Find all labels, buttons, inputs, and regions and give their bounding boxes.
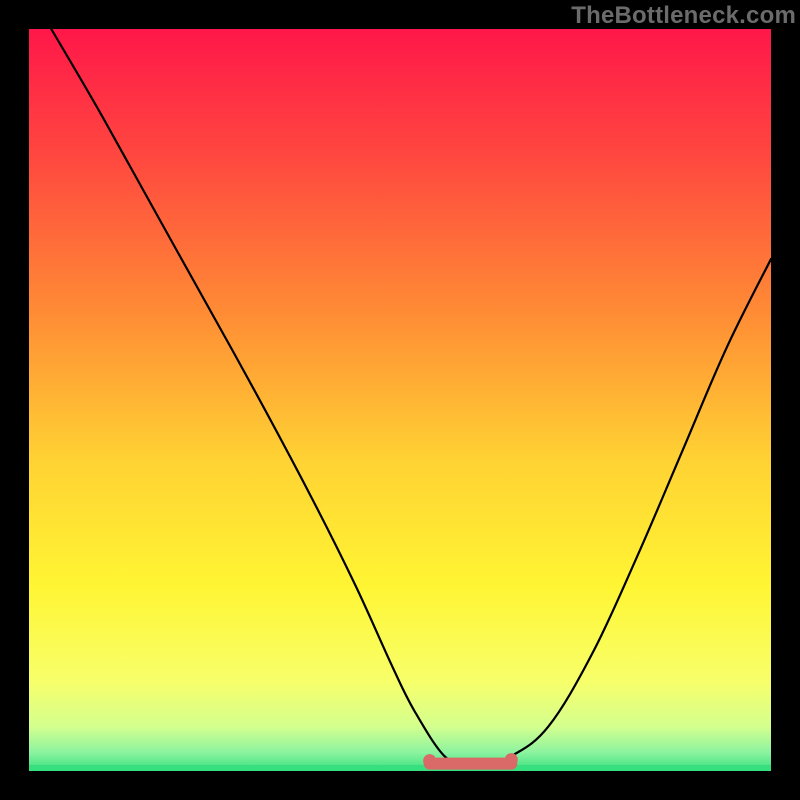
optimal-zone-start-dot — [423, 754, 436, 767]
optimal-zone-mid-dot — [451, 760, 461, 770]
optimal-zone-end-dot — [505, 753, 518, 766]
chart-frame — [29, 29, 771, 771]
bottleneck-chart — [29, 29, 771, 771]
chart-background — [29, 29, 771, 771]
watermark-text: TheBottleneck.com — [571, 2, 796, 30]
bottom-band — [29, 765, 771, 771]
